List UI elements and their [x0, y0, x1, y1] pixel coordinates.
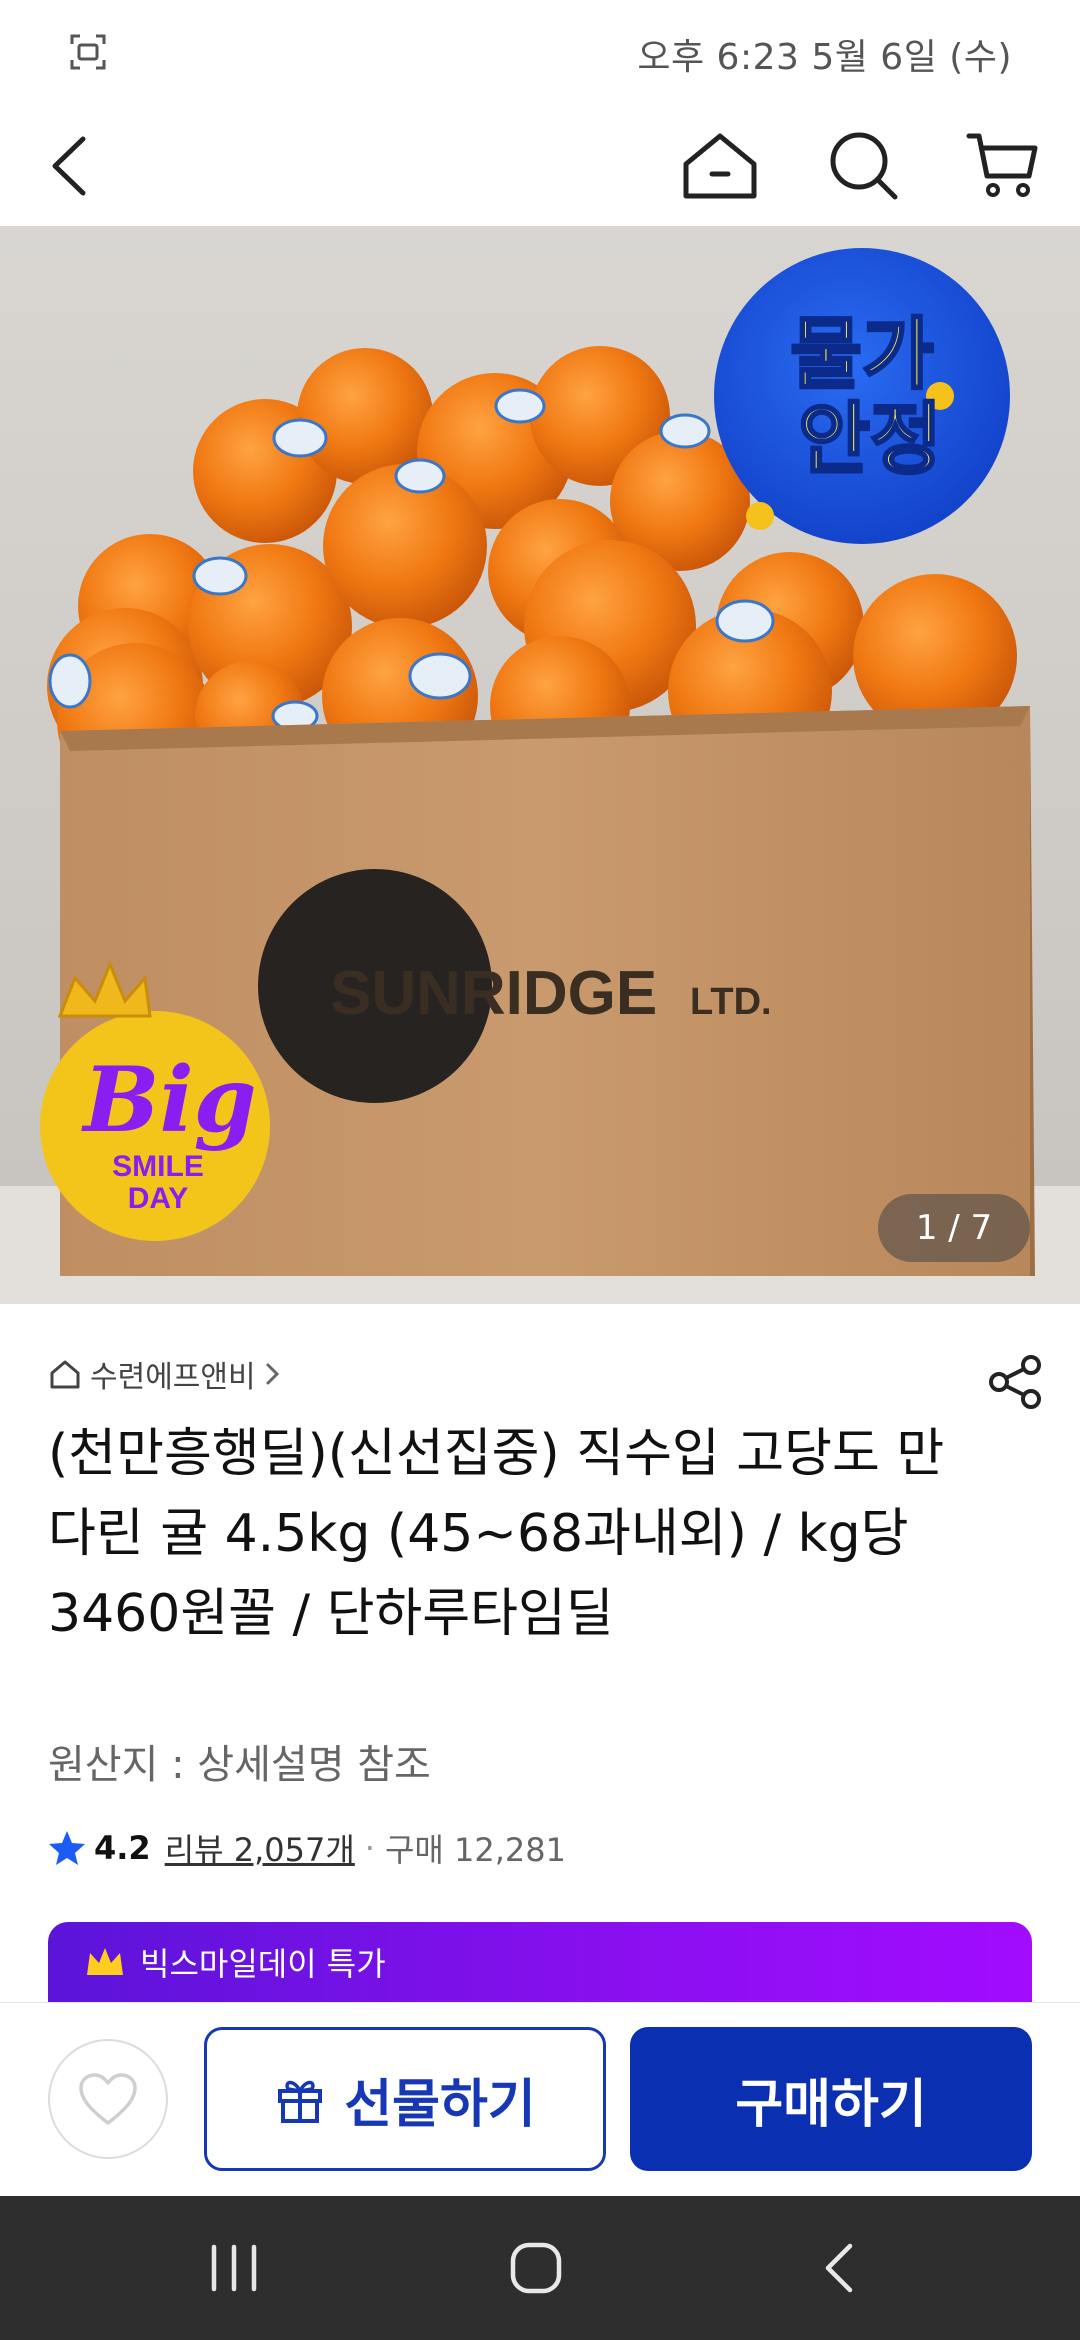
- search-button[interactable]: [816, 118, 912, 214]
- rating-row: 4.2 리뷰 2,057개 · 구매 12,281: [48, 1824, 566, 1872]
- home-button[interactable]: [672, 118, 768, 214]
- gift-button[interactable]: 선물하기: [204, 2027, 606, 2171]
- badge-top-line1: 물가: [790, 310, 934, 400]
- wishlist-button[interactable]: [48, 2039, 168, 2159]
- gift-icon: [278, 2080, 323, 2123]
- share-button[interactable]: [982, 1348, 1050, 1416]
- rating-value: 4.2: [94, 1829, 151, 1867]
- chevron-right-icon: [266, 1363, 279, 1385]
- promo-banner[interactable]: 빅스마일데이 특가: [48, 1922, 1032, 2002]
- heart-icon: [79, 2073, 137, 2125]
- badge-bottom-line1: SMILE: [112, 1150, 204, 1183]
- status-time: 오후 6:23 5월 6일 (수): [637, 37, 1012, 78]
- box-brand-text: SUNRIDGE: [330, 959, 657, 1028]
- back-arrow-icon: [825, 2243, 853, 2293]
- screenshot-icon: [70, 34, 106, 70]
- system-back-button[interactable]: [800, 2232, 880, 2304]
- gift-label: 선물하기: [344, 2074, 536, 2135]
- seller-name: 수련에프앤비: [90, 1360, 256, 1395]
- badge-bottom-big: Big: [80, 1047, 256, 1153]
- purchase-count: 구매 12,281: [384, 1831, 566, 1869]
- cart-icon: [966, 133, 1038, 197]
- buy-label: 구매하기: [735, 2074, 927, 2135]
- back-button[interactable]: [22, 118, 118, 214]
- bottom-action-bar: 선물하기 구매하기: [0, 2002, 1080, 2196]
- status-bar: 오후 6:23 5월 6일 (수): [0, 0, 1080, 104]
- recents-button[interactable]: [194, 2232, 274, 2304]
- system-home-button[interactable]: [496, 2232, 576, 2304]
- product-image: SUNRIDGE LTD. 물가 안정 Big SMILE DAY: [0, 226, 1080, 1304]
- separator-dot: ·: [364, 1829, 375, 1867]
- product-info: 수련에프앤비 (천만흥행딜)(신선집중) 직수입 고당도 만다린 귤 4.5kg…: [0, 1304, 1080, 2002]
- box-brand-suffix: LTD.: [690, 981, 772, 1023]
- cart-button[interactable]: [955, 118, 1051, 214]
- search-icon: [830, 132, 898, 200]
- home-circle-icon: [510, 2242, 562, 2294]
- review-link[interactable]: 리뷰 2,057개: [165, 1825, 355, 1871]
- origin-text: 원산지 : 상세설명 참조: [48, 1742, 431, 1788]
- top-app-bar: [0, 104, 1080, 226]
- recents-icon: [211, 2244, 257, 2292]
- star-icon: [49, 1831, 85, 1865]
- store-icon: [50, 1360, 80, 1389]
- badge-top-line2: 안정: [798, 395, 942, 485]
- buy-button[interactable]: 구매하기: [630, 2027, 1032, 2171]
- chevron-left-icon: [52, 136, 86, 196]
- product-title: (천만흥행딜)(신선집중) 직수입 고당도 만다린 귤 4.5kg (45~68…: [48, 1424, 945, 1644]
- badge-bottom-line2: DAY: [128, 1182, 189, 1215]
- system-nav-bar: [0, 2196, 1080, 2340]
- image-counter: 1 / 7: [878, 1194, 1030, 1262]
- crown-icon: [87, 1948, 123, 1975]
- home-icon: [683, 133, 757, 199]
- share-icon: [989, 1355, 1041, 1409]
- product-image-carousel[interactable]: SUNRIDGE LTD. 물가 안정 Big SMILE DAY 1 / 7: [0, 226, 1080, 1304]
- price-stable-badge: 물가 안정: [714, 248, 1010, 544]
- seller-link[interactable]: 수련에프앤비: [48, 1352, 282, 1396]
- promo-text: 빅스마일데이 특가: [140, 1945, 386, 1983]
